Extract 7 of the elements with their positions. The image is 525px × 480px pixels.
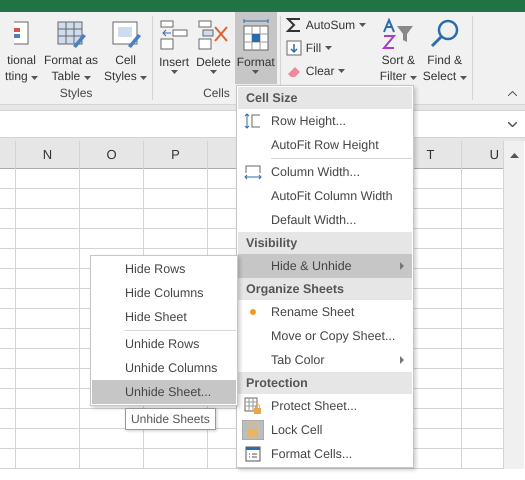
group-label: Cells [203,86,230,100]
menu-section-header: Protection [238,372,412,394]
menu-section-header: Cell Size [238,87,412,109]
tooltip: Unhide Sheets [125,408,216,430]
group-label: Styles [60,86,92,100]
menu-section-header: Visibility [238,232,412,254]
menu-section-header: Organize Sheets [238,278,412,300]
